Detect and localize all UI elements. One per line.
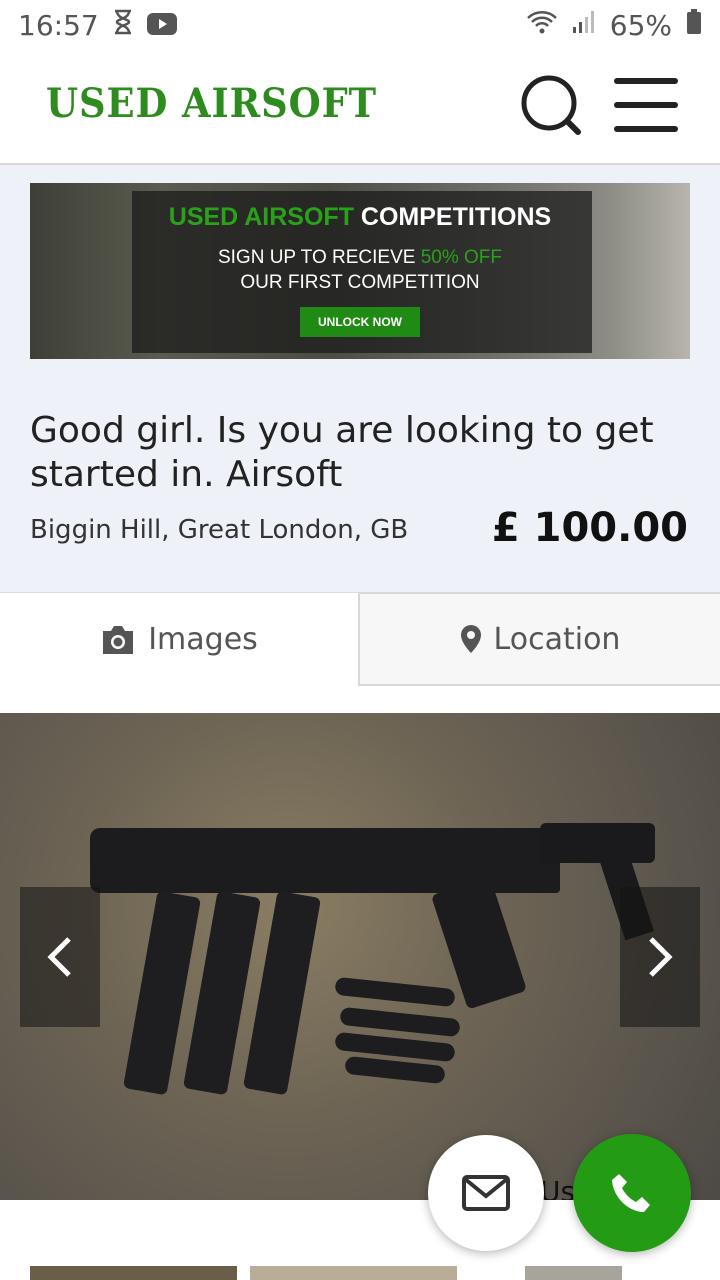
hourglass-icon	[113, 9, 133, 42]
signal-icon	[572, 9, 596, 42]
message-button[interactable]	[428, 1135, 544, 1251]
banner-title: USED AIRSOFT COMPETITIONS	[168, 203, 552, 231]
status-right: 65%	[526, 8, 702, 42]
listing-location: Biggin Hill, Great London, GB	[30, 515, 409, 545]
status-left: 16:57	[18, 9, 177, 42]
tab-images-label: Images	[148, 622, 258, 657]
phone-icon	[612, 1174, 650, 1212]
camera-icon	[103, 625, 134, 654]
unlock-now-button[interactable]: UNLOCK NOW	[300, 307, 420, 337]
search-button[interactable]	[518, 72, 584, 138]
chevron-right-icon	[649, 937, 673, 977]
listing-tabs: Images Location	[0, 592, 720, 688]
battery-icon	[686, 8, 702, 42]
thumbnail-strip	[0, 1266, 720, 1280]
gallery-prev-button[interactable]	[20, 887, 100, 1027]
listing-price: £ 100.00	[491, 505, 688, 551]
search-icon	[521, 75, 581, 135]
tab-location-label: Location	[493, 621, 621, 657]
status-time: 16:57	[18, 8, 99, 42]
banner-line-2: OUR FIRST COMPETITION	[240, 272, 480, 293]
thumbnail[interactable]	[525, 1266, 622, 1280]
tab-location[interactable]: Location	[358, 592, 720, 686]
image-gallery[interactable]: Us t	[0, 713, 720, 1200]
listing-summary: USED AIRSOFT COMPETITIONS SIGN UP TO REC…	[0, 165, 720, 592]
banner-line-1: SIGN UP TO RECIEVE 50% OFF	[217, 247, 503, 268]
tab-images[interactable]: Images	[0, 592, 358, 686]
youtube-icon	[146, 9, 177, 42]
envelope-icon	[462, 1175, 510, 1211]
thumbnail[interactable]	[30, 1266, 237, 1280]
competition-banner[interactable]: USED AIRSOFT COMPETITIONS SIGN UP TO REC…	[30, 183, 690, 359]
listing-title: Good girl. Is you are looking to get sta…	[30, 410, 654, 495]
gallery-next-button[interactable]	[620, 887, 700, 1027]
wifi-icon	[526, 9, 558, 42]
call-button[interactable]	[573, 1134, 691, 1252]
thumbnail[interactable]	[250, 1266, 457, 1280]
battery-percent: 65%	[609, 8, 672, 42]
site-logo[interactable]: USED AIRSOFT	[46, 80, 377, 127]
chevron-left-icon	[47, 937, 71, 977]
site-header: USED AIRSOFT	[0, 50, 720, 165]
hamburger-menu-icon	[614, 78, 678, 84]
status-bar: 16:57 65%	[0, 0, 720, 50]
menu-button[interactable]	[614, 78, 678, 132]
map-pin-icon	[460, 625, 481, 653]
